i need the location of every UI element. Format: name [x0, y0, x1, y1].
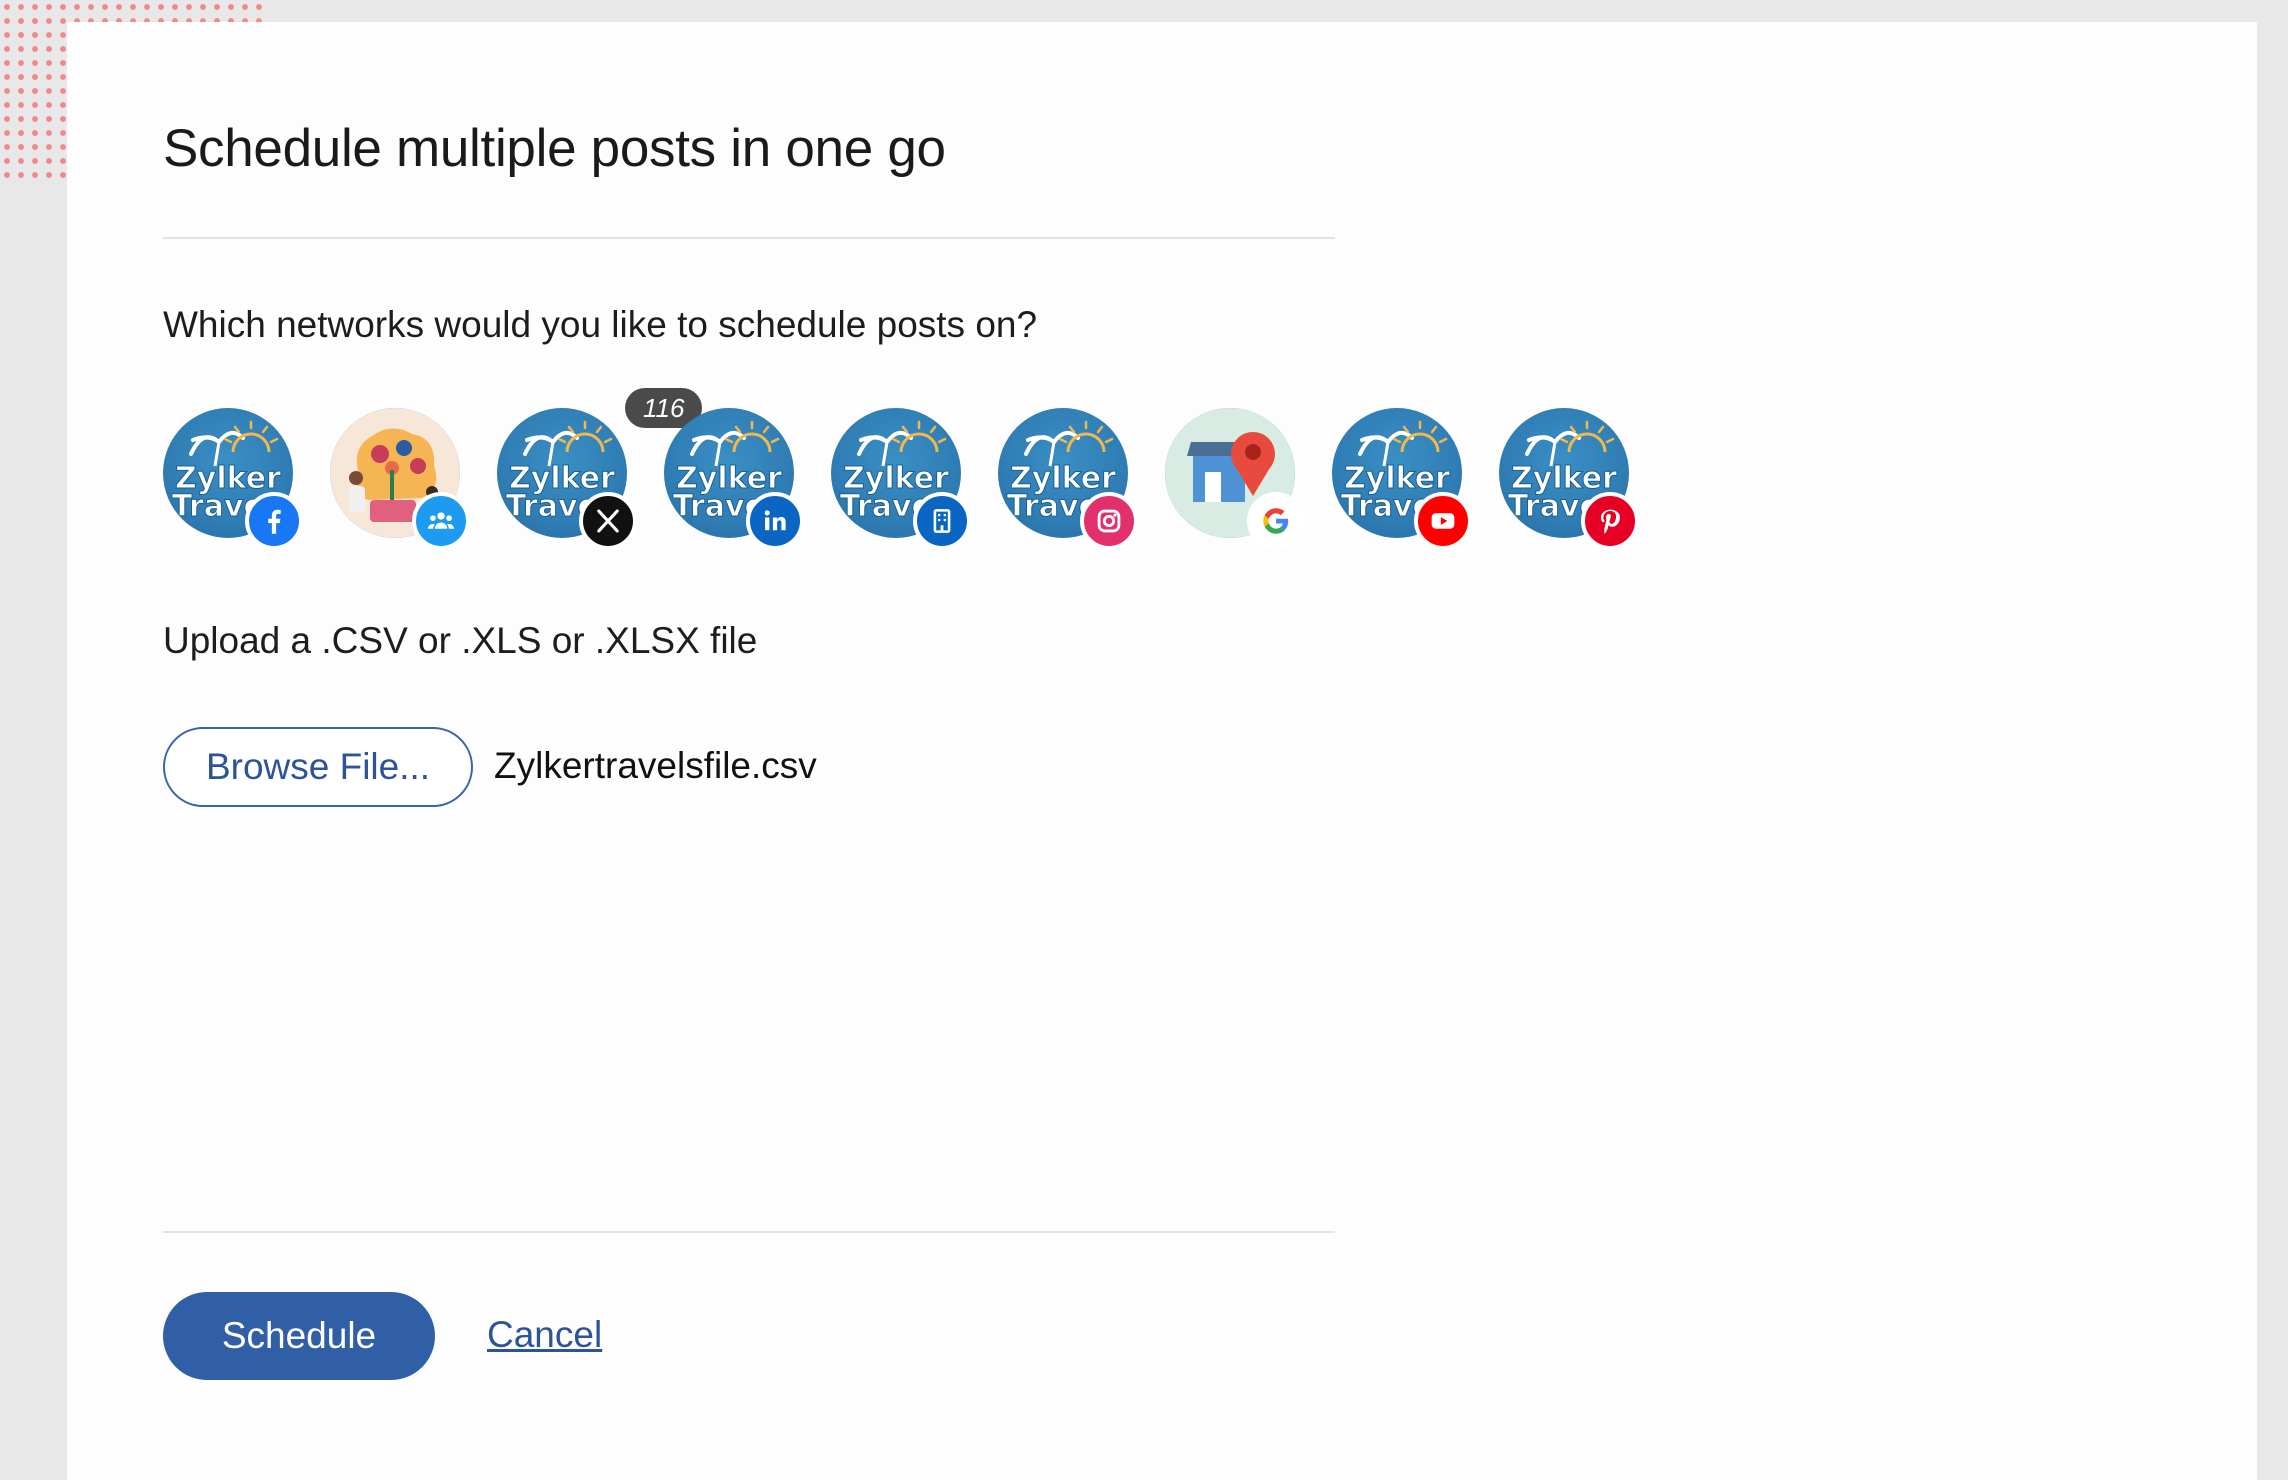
- network-avatar[interactable]: Zylker Travel: [831, 408, 971, 550]
- x-icon: [579, 492, 637, 550]
- network-avatar[interactable]: [330, 408, 470, 550]
- network-avatar[interactable]: Zylker Travel: [1499, 408, 1639, 550]
- upload-label: Upload a .CSV or .XLS or .XLSX file: [163, 620, 758, 661]
- google-icon: [1247, 492, 1305, 550]
- network-avatar[interactable]: Zylker Travel: [998, 408, 1138, 550]
- page-title: Schedule multiple posts in one go: [163, 119, 946, 178]
- network-avatar[interactable]: Zylker Travel: [1332, 408, 1472, 550]
- group-icon: [412, 492, 470, 550]
- network-avatar[interactable]: [1165, 408, 1305, 550]
- schedule-button[interactable]: Schedule: [163, 1292, 435, 1380]
- selected-file-name: Zylkertravelsfile.csv: [494, 745, 817, 786]
- network-avatar[interactable]: Zylker Travel: [163, 408, 303, 550]
- network-selector: 116 Zylker Travel Zylker Travel Zylker Travel…: [163, 388, 1723, 550]
- instagram-icon: [1080, 492, 1138, 550]
- divider: [163, 237, 1335, 239]
- network-avatar[interactable]: Zylker Travel: [497, 408, 637, 550]
- facebook-icon: [245, 492, 303, 550]
- cancel-link[interactable]: Cancel: [487, 1314, 602, 1356]
- linkedin-page-icon: [913, 492, 971, 550]
- linkedin-icon: [746, 492, 804, 550]
- bulk-schedule-dialog: Schedule multiple posts in one go Which …: [67, 22, 2257, 1480]
- divider: [163, 1231, 1335, 1233]
- browse-file-button[interactable]: Browse File...: [163, 727, 473, 807]
- networks-question: Which networks would you like to schedul…: [163, 304, 1038, 345]
- network-avatar[interactable]: Zylker Travel: [664, 408, 804, 550]
- pinterest-icon: [1581, 492, 1639, 550]
- youtube-icon: [1414, 492, 1472, 550]
